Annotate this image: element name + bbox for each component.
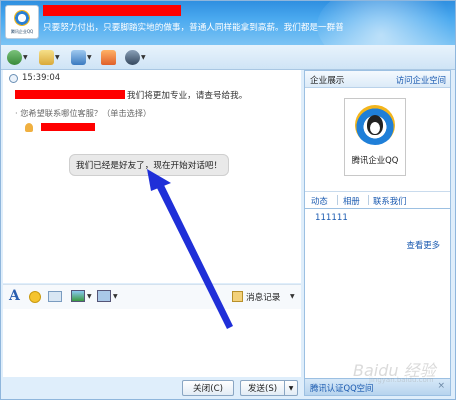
watermark-url: jingyan.baidu.com	[369, 376, 434, 384]
arrow-head	[147, 169, 171, 191]
arrow-shaft	[151, 176, 233, 329]
annotation-arrow	[147, 169, 233, 329]
chat-window: 腾讯企业QQ 只要努力付出，只要脚踏实地的做事，普通人同样能拿到高薪。我们都是一…	[0, 0, 456, 400]
